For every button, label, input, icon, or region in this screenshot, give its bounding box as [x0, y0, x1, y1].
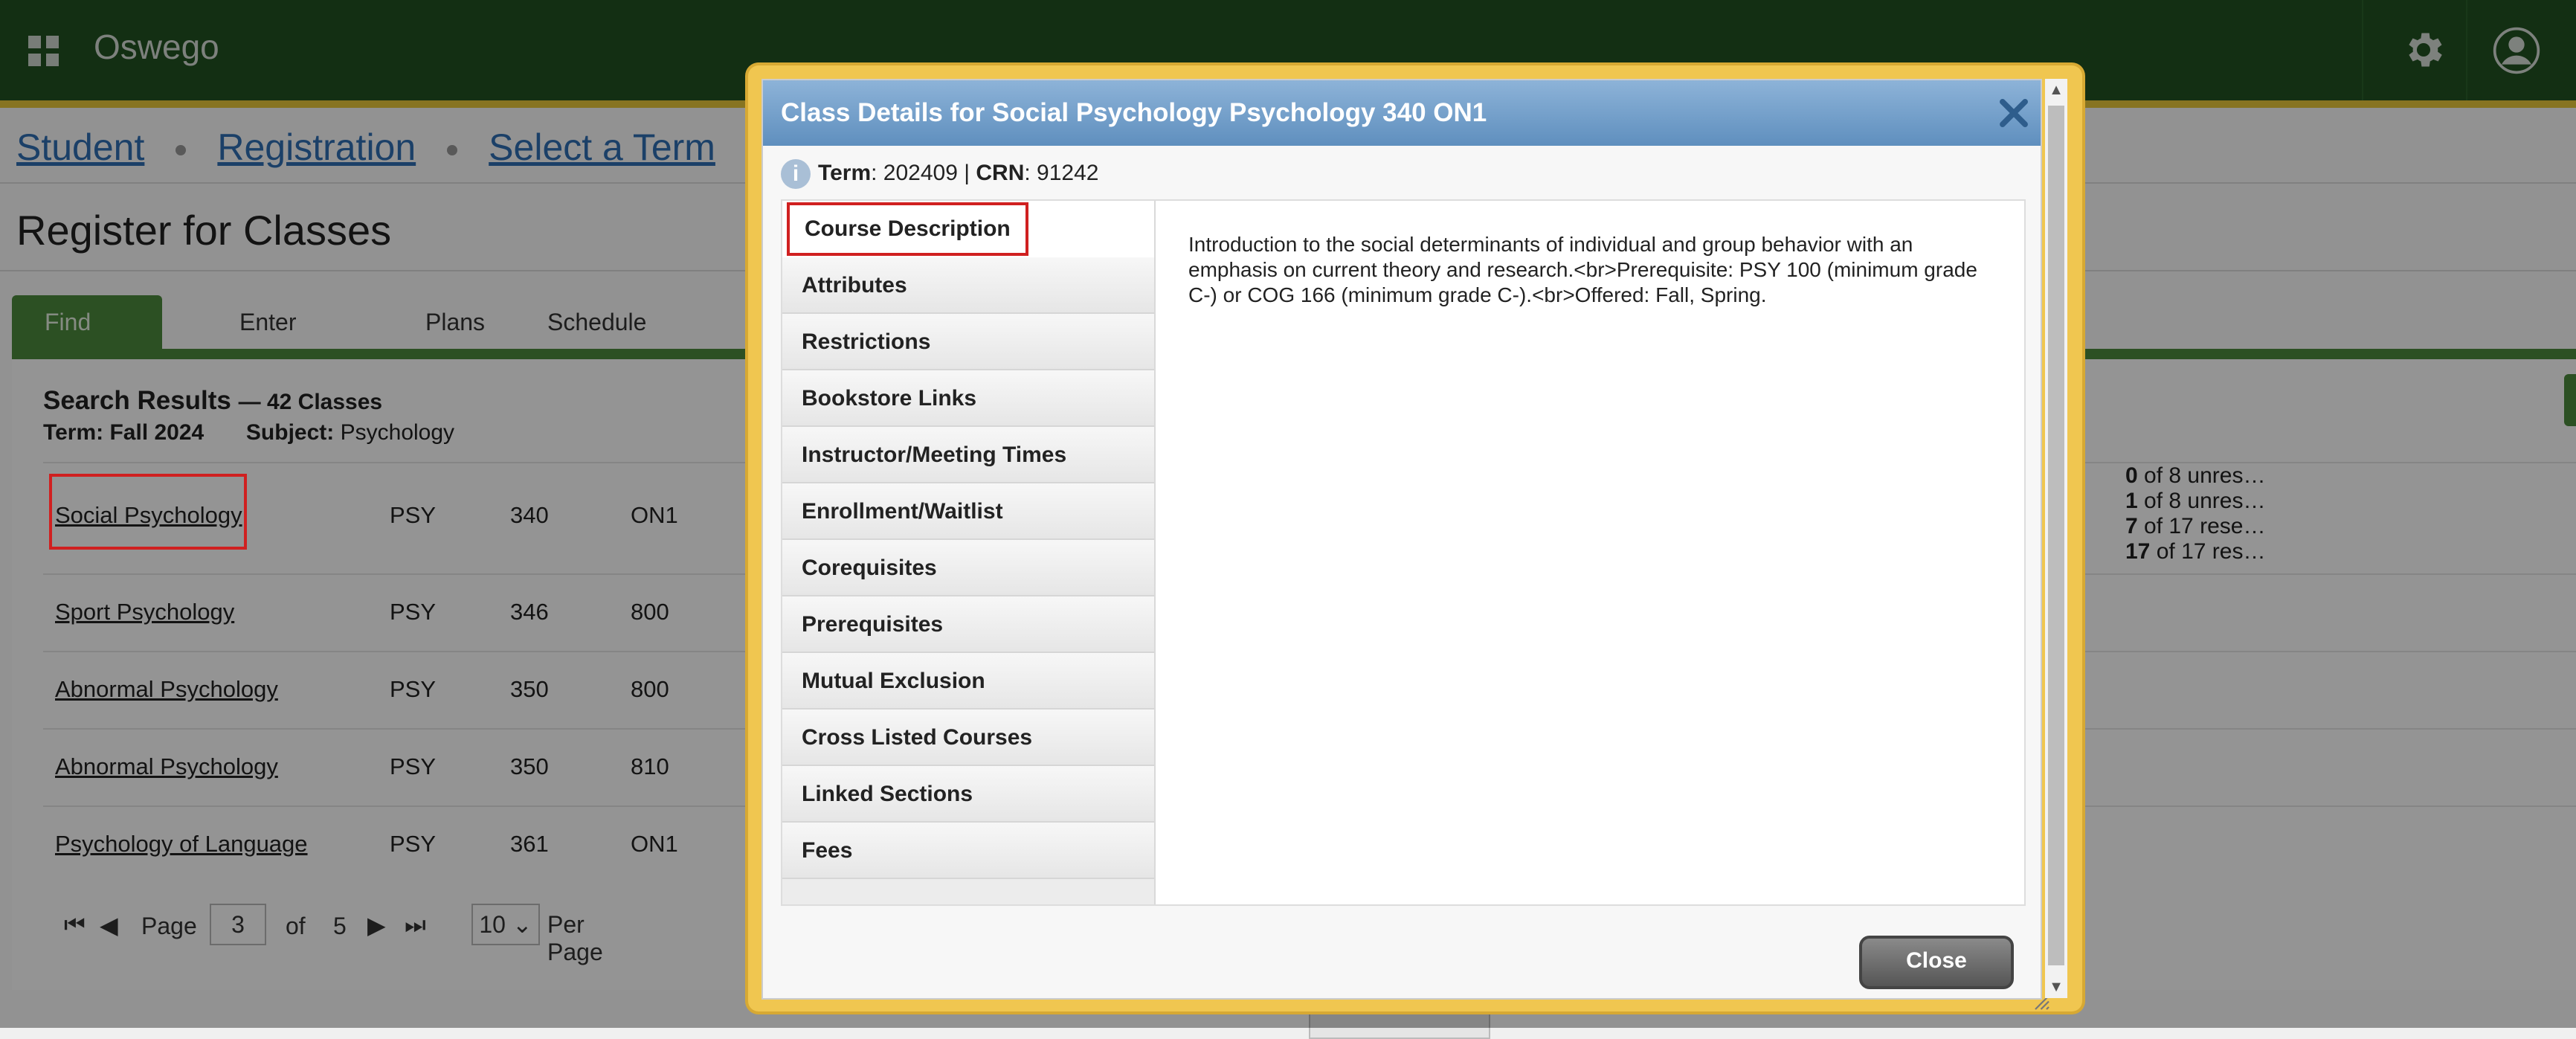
crn-label: CRN [976, 160, 1025, 185]
class-info-line: i Term: 202409 | CRN: 91242 [781, 159, 1098, 189]
nav-instructor-meeting-times[interactable]: Instructor/Meeting Times [782, 427, 1154, 483]
info-icon: i [781, 159, 811, 189]
dialog-header: Class Details for Social Psychology Psyc… [763, 80, 2041, 146]
nav-course-description[interactable]: Course Description [782, 201, 1154, 257]
close-icon[interactable] [1994, 94, 2033, 132]
term-value: : 202409 | [871, 160, 976, 185]
scrollbar-thumb[interactable] [2048, 106, 2064, 965]
scroll-down-icon[interactable]: ▼ [2045, 976, 2067, 998]
nav-corequisites[interactable]: Corequisites [782, 540, 1154, 596]
class-details-dialog: Class Details for Social Psychology Psyc… [761, 79, 2049, 1010]
crn-value: : 91242 [1024, 160, 1099, 185]
nav-cross-listed-courses[interactable]: Cross Listed Courses [782, 710, 1154, 766]
highlight-social-psychology [49, 474, 247, 550]
nav-restrictions[interactable]: Restrictions [782, 314, 1154, 370]
nav-linked-sections[interactable]: Linked Sections [782, 766, 1154, 823]
close-button[interactable]: Close [1859, 936, 2014, 989]
nav-bookstore-links[interactable]: Bookstore Links [782, 370, 1154, 427]
details-nav: Course Description Attributes Restrictio… [782, 201, 1156, 904]
class-details-dialog-frame: Class Details for Social Psychology Psyc… [748, 65, 2082, 1011]
dialog-title: Class Details for Social Psychology Psyc… [781, 98, 1487, 127]
nav-enrollment-waitlist[interactable]: Enrollment/Waitlist [782, 483, 1154, 540]
nav-prerequisites[interactable]: Prerequisites [782, 596, 1154, 653]
nav-attributes[interactable]: Attributes [782, 257, 1154, 314]
scroll-up-icon[interactable]: ▲ [2045, 79, 2067, 101]
term-label: Term [818, 160, 872, 185]
dialog-content: Course Description Attributes Restrictio… [781, 199, 2026, 906]
nav-fees[interactable]: Fees [782, 823, 1154, 879]
course-description-text: Introduction to the social determinants … [1188, 233, 1977, 306]
nav-mutual-exclusion[interactable]: Mutual Exclusion [782, 653, 1154, 710]
dialog-scrollbar[interactable]: ▲ ▼ [2045, 79, 2067, 998]
